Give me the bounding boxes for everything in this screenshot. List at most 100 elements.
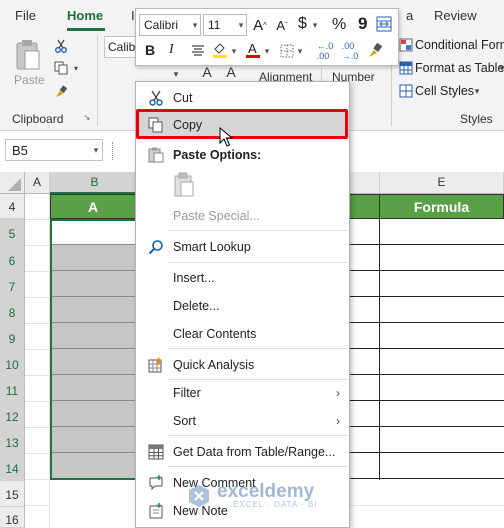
- chevron-down-icon[interactable]: ▾: [190, 18, 200, 32]
- paste-icon: [147, 146, 165, 164]
- search-icon: [147, 238, 165, 256]
- table-icon: [147, 443, 165, 461]
- paste-icon[interactable]: [13, 38, 43, 72]
- grow-font-icon[interactable]: A ^: [251, 14, 269, 36]
- row-header[interactable]: 9: [0, 325, 25, 351]
- row-header[interactable]: 7: [0, 273, 25, 299]
- font-color-icon[interactable]: A: [244, 40, 262, 60]
- menu-item-cut[interactable]: Cut: [136, 85, 349, 111]
- format-as-table-icon[interactable]: [398, 60, 413, 75]
- bold-button[interactable]: B: [145, 42, 155, 58]
- chevron-down-icon[interactable]: ▾: [170, 68, 182, 80]
- select-all-corner[interactable]: [0, 172, 25, 194]
- format-painter-icon[interactable]: [365, 41, 385, 61]
- row-header[interactable]: 6: [0, 247, 25, 273]
- column-header-d[interactable]: [350, 172, 380, 194]
- chevron-down-icon[interactable]: ▾: [498, 63, 504, 73]
- chevron-down-icon[interactable]: ▾: [71, 62, 81, 74]
- chevron-down-icon[interactable]: ▾: [90, 143, 102, 157]
- column-header-e[interactable]: E: [380, 172, 504, 194]
- tab-home[interactable]: Home: [67, 8, 103, 23]
- tab-file[interactable]: File: [15, 8, 36, 23]
- dialog-launcher-icon[interactable]: ↘: [82, 112, 92, 122]
- row-header[interactable]: 12: [0, 403, 25, 429]
- row-header[interactable]: 11: [0, 377, 25, 403]
- quick-analysis-icon: [147, 356, 165, 374]
- menu-item-label: Delete...: [173, 299, 220, 313]
- table-header-a: A: [50, 194, 136, 219]
- currency-button[interactable]: $: [298, 15, 307, 33]
- cell-styles-icon[interactable]: [398, 83, 413, 98]
- chevron-down-icon[interactable]: ▾: [310, 20, 320, 30]
- font-name-box[interactable]: Calib: [104, 36, 136, 58]
- row-header[interactable]: 4: [0, 194, 25, 219]
- menu-item-label: Filter: [173, 386, 201, 400]
- menu-separator: [168, 230, 348, 231]
- menu-item-label: Clear Contents: [173, 327, 257, 341]
- row-header[interactable]: 10: [0, 351, 25, 377]
- active-tab-indicator: [67, 28, 105, 31]
- cell-styles-button[interactable]: Cell Styles: [415, 84, 474, 98]
- menu-item-label: Smart Lookup: [173, 240, 251, 254]
- column-header-a[interactable]: A: [25, 172, 50, 194]
- mini-toolbar: Calibri ▾ 11 ▾ A ^ Aˇ $ ▾ % 9 B I ▾ A ▾ ▾…: [135, 8, 399, 66]
- copy-icon[interactable]: [53, 60, 69, 76]
- new-note-icon: [147, 502, 165, 520]
- exceldemy-logo-icon: [189, 484, 209, 507]
- percent-button[interactable]: %: [332, 16, 346, 34]
- mouse-cursor-icon: [219, 126, 234, 147]
- increase-decimal-icon[interactable]: ←.0.00: [314, 41, 336, 61]
- paste-label[interactable]: Paste: [14, 73, 45, 87]
- conditional-formatting-button[interactable]: Conditional Form: [415, 38, 504, 52]
- align-center-icon[interactable]: [189, 42, 207, 60]
- menu-item-paste-special[interactable]: Paste Special...: [136, 203, 349, 229]
- column-header-b[interactable]: B: [50, 172, 140, 194]
- format-painter-icon[interactable]: [53, 84, 69, 100]
- table-border: [379, 219, 380, 480]
- menu-item-smart-lookup[interactable]: Smart Lookup: [136, 234, 349, 260]
- merge-center-icon[interactable]: [375, 15, 393, 33]
- table-header-formula: Formula: [379, 194, 504, 219]
- scissors-icon: [147, 89, 165, 107]
- row-header[interactable]: 5: [0, 219, 25, 247]
- menu-item-label: Paste Special...: [173, 209, 260, 223]
- context-menu: Cut Copy Paste Options: Paste Special...…: [135, 81, 350, 528]
- chevron-down-icon[interactable]: ▾: [472, 86, 482, 96]
- row-header[interactable]: 13: [0, 429, 25, 455]
- menu-item-delete[interactable]: Delete...: [136, 293, 349, 319]
- name-box[interactable]: B5: [5, 139, 103, 161]
- watermark-tagline: EXCEL · DATA · BI: [233, 500, 318, 509]
- menu-item-label: Paste Options:: [173, 148, 262, 162]
- chevron-down-icon[interactable]: ▾: [229, 45, 239, 57]
- tab-review[interactable]: Review: [434, 8, 477, 23]
- menu-item-label: Insert...: [173, 271, 215, 285]
- copy-highlight-frame: [136, 109, 348, 139]
- row-header[interactable]: 14: [0, 455, 25, 481]
- row-header[interactable]: 15: [0, 481, 25, 507]
- cut-icon[interactable]: [54, 38, 68, 54]
- chevron-down-icon[interactable]: ▾: [295, 45, 305, 57]
- menu-item-clear-contents[interactable]: Clear Contents: [136, 321, 349, 347]
- menu-item-sort[interactable]: Sort ›: [136, 408, 349, 434]
- italic-button[interactable]: I: [169, 42, 174, 58]
- comma-button[interactable]: 9: [358, 14, 367, 34]
- table-cells-right: [349, 219, 504, 480]
- borders-icon[interactable]: [278, 42, 296, 60]
- paste-option-icon[interactable]: [173, 172, 199, 200]
- decrease-decimal-icon[interactable]: .00 →.0: [339, 41, 361, 61]
- row-header[interactable]: 16: [0, 507, 25, 528]
- menu-item-filter[interactable]: Filter ›: [136, 380, 349, 406]
- chevron-down-icon[interactable]: ▾: [236, 18, 246, 32]
- format-as-table-button[interactable]: Format as Table: [415, 61, 504, 75]
- selected-cells[interactable]: [52, 245, 136, 478]
- menu-item-insert[interactable]: Insert...: [136, 265, 349, 291]
- menu-item-get-data[interactable]: Get Data from Table/Range...: [136, 439, 349, 465]
- conditional-formatting-icon[interactable]: [398, 37, 413, 52]
- tab-data[interactable]: a: [406, 8, 413, 23]
- menu-separator: [168, 435, 348, 436]
- row-header[interactable]: 8: [0, 299, 25, 325]
- chevron-down-icon[interactable]: ▾: [262, 45, 272, 57]
- menu-item-quick-analysis[interactable]: Quick Analysis: [136, 352, 349, 378]
- fill-color-icon[interactable]: [211, 40, 229, 60]
- shrink-font-icon[interactable]: Aˇ: [273, 14, 291, 36]
